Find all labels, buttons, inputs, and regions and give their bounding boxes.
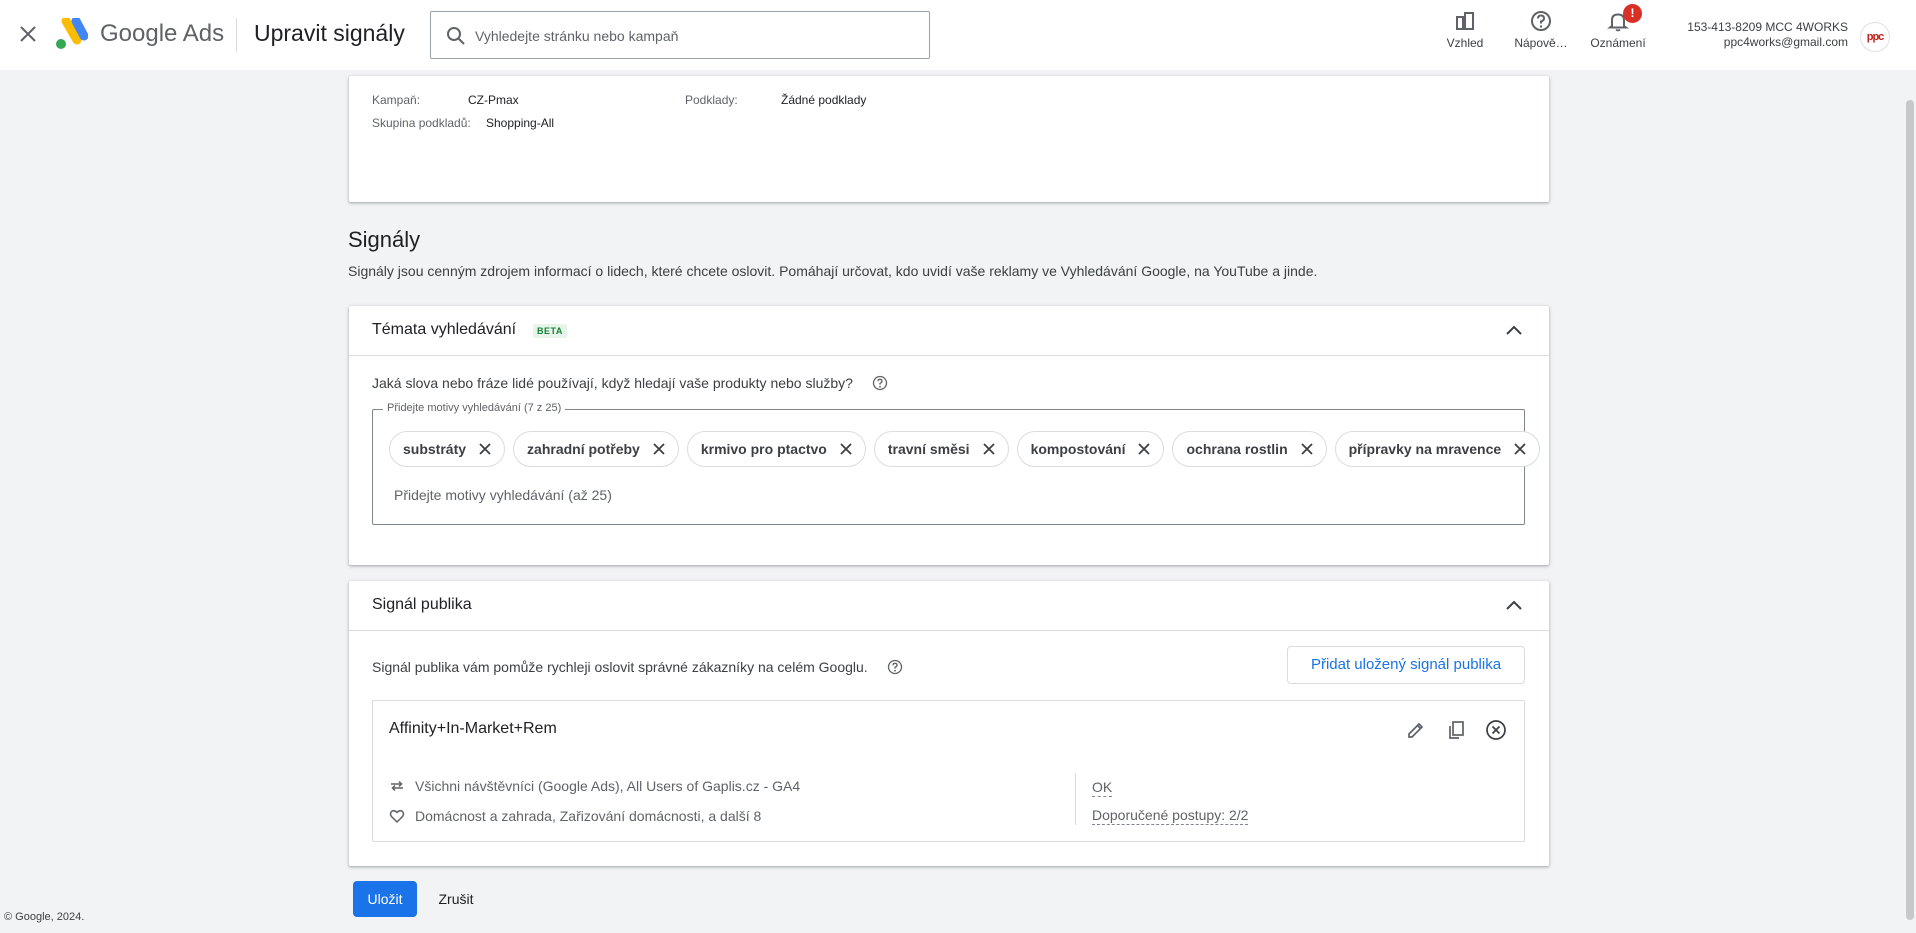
logo-text: Google Ads: [100, 20, 225, 47]
help-circle-icon[interactable]: [887, 659, 903, 675]
chip-label: travní směsi: [887, 441, 970, 457]
signals-title: Signály: [348, 227, 421, 252]
remove-circle-icon[interactable]: [1483, 717, 1509, 743]
search-topics-field-label: Přidejte motivy vyhledávání (7 z 25): [383, 402, 566, 414]
close-icon[interactable]: [16, 22, 40, 46]
close-icon[interactable]: [980, 440, 998, 458]
beta-badge: BETA: [533, 324, 567, 338]
audience-segments-row: Všichni návštěvníci (Google Ads), All Us…: [389, 776, 800, 796]
search-topic-chip[interactable]: travní směsi: [873, 431, 1009, 467]
audience-interests-text: Domácnost a zahrada, Zařizování domácnos…: [415, 808, 762, 824]
heart-icon: [389, 809, 405, 824]
chevron-up-icon[interactable]: [1503, 595, 1525, 617]
search-topic-input[interactable]: [394, 484, 994, 506]
signals-description: Signály jsou cenným zdrojem informací o …: [348, 263, 1318, 279]
notification-badge: !: [1623, 4, 1642, 23]
best-practices-link[interactable]: Doporučené postupy: 2/2: [1092, 807, 1249, 825]
audience-interests-row: Domácnost a zahrada, Zařizování domácnos…: [389, 806, 761, 826]
avatar[interactable]: ppc: [1860, 22, 1890, 52]
search-topics-card: Témata vyhledávání BETA Jaká slova nebo …: [349, 306, 1549, 565]
chip-label: kompostování: [1030, 441, 1126, 457]
google-ads-logo: [56, 18, 88, 49]
search-topic-chip[interactable]: přípravky na mravence: [1334, 431, 1541, 467]
audience-signal-title: Signál publika: [372, 596, 472, 613]
search-input[interactable]: [475, 24, 915, 48]
search-topics-field[interactable]: Přidejte motivy vyhledávání (7 z 25) sub…: [372, 402, 1541, 525]
search-box[interactable]: [430, 11, 930, 59]
help-label: Nápově…: [1514, 36, 1568, 50]
chip-label: substráty: [403, 441, 467, 457]
audience-signal-name: Affinity+In-Market+Rem: [389, 720, 557, 737]
close-icon[interactable]: [476, 440, 494, 458]
signal-status[interactable]: OK: [1092, 779, 1113, 797]
edit-pencil-icon[interactable]: [1403, 717, 1429, 743]
assets-value: Žádné podklady: [781, 93, 867, 107]
copy-icon[interactable]: [1443, 717, 1469, 743]
audience-signal-card: Signál publika Signál publika vám pomůže…: [349, 581, 1549, 866]
help-button[interactable]: Nápově…: [1506, 10, 1576, 56]
scrollbar-thumb[interactable]: [1906, 100, 1914, 920]
search-topic-chips: substráty zahradní potřeby krmivo pro pt…: [389, 431, 1541, 467]
appearance-label: Vzhled: [1446, 36, 1484, 50]
search-topic-chip[interactable]: krmivo pro ptactvo: [686, 431, 866, 467]
search-icon: [447, 27, 465, 45]
chip-label: zahradní potřeby: [527, 441, 640, 457]
cancel-button[interactable]: Zrušit: [426, 881, 486, 917]
campaign-label: Kampaň:: [372, 93, 421, 107]
page-title: Upravit signály: [254, 20, 405, 46]
account-info[interactable]: 153-413-8209 MCC 4WORKS ppc4works@gmail.…: [1687, 20, 1848, 50]
appearance-button[interactable]: Vzhled: [1430, 10, 1500, 56]
chevron-up-icon[interactable]: [1503, 320, 1525, 342]
search-topics-title: Témata vyhledávání: [372, 321, 517, 338]
campaign-summary-card: Kampaň: CZ-Pmax Skupina podkladů: Shoppi…: [349, 76, 1549, 202]
search-topics-question: Jaká slova nebo fráze lidé používají, kd…: [372, 375, 853, 391]
notifications-button[interactable]: ! Oznámení: [1583, 4, 1653, 56]
save-button[interactable]: Uložit: [353, 881, 417, 917]
chip-label: přípravky na mravence: [1348, 441, 1502, 457]
asset-group-label: Skupina podkladů:: [372, 116, 471, 130]
search-topic-chip[interactable]: zahradní potřeby: [513, 431, 679, 467]
help-circle-icon[interactable]: [872, 375, 888, 391]
assets-label: Podklady:: [685, 93, 738, 107]
top-header: Google Ads Upravit signály Vzhled Nápově…: [0, 0, 1916, 70]
asset-group-value: Shopping-All: [486, 116, 555, 130]
audience-signal-item: Affinity+In-Market+Rem Všichni návštěvní…: [372, 700, 1525, 842]
search-topic-chip[interactable]: kompostování: [1016, 431, 1165, 467]
close-icon[interactable]: [1511, 440, 1529, 458]
help-icon: [1531, 11, 1551, 31]
chip-label: ochrana rostlin: [1186, 441, 1288, 457]
audience-signal-description: Signál publika vám pomůže rychleji oslov…: [372, 659, 868, 675]
audience-segments-text: Všichni návštěvníci (Google Ads), All Us…: [415, 778, 801, 794]
search-topics-header[interactable]: Témata vyhledávání BETA: [349, 306, 1549, 356]
header-divider: [236, 18, 237, 52]
notifications-label: Oznámení: [1590, 36, 1646, 50]
signal-divider: [1075, 773, 1076, 825]
account-id: 153-413-8209 MCC 4WORKS: [1687, 20, 1848, 34]
audience-signal-header[interactable]: Signál publika: [349, 581, 1549, 631]
close-icon[interactable]: [650, 440, 668, 458]
search-topic-chip[interactable]: substráty: [389, 431, 506, 467]
add-saved-audience-button[interactable]: Přidat uložený signál publika: [1287, 646, 1525, 684]
chip-label: krmivo pro ptactvo: [700, 441, 827, 457]
close-icon[interactable]: [837, 440, 855, 458]
footer-copyright: © Google, 2024.: [4, 911, 85, 923]
close-icon[interactable]: [1298, 440, 1316, 458]
campaign-value: CZ-Pmax: [468, 93, 519, 107]
account-email: ppc4works@gmail.com: [1723, 35, 1848, 49]
repeat-icon: [391, 780, 403, 792]
search-topic-chip[interactable]: ochrana rostlin: [1172, 431, 1327, 467]
appearance-icon: [1456, 12, 1474, 30]
close-icon[interactable]: [1135, 440, 1153, 458]
